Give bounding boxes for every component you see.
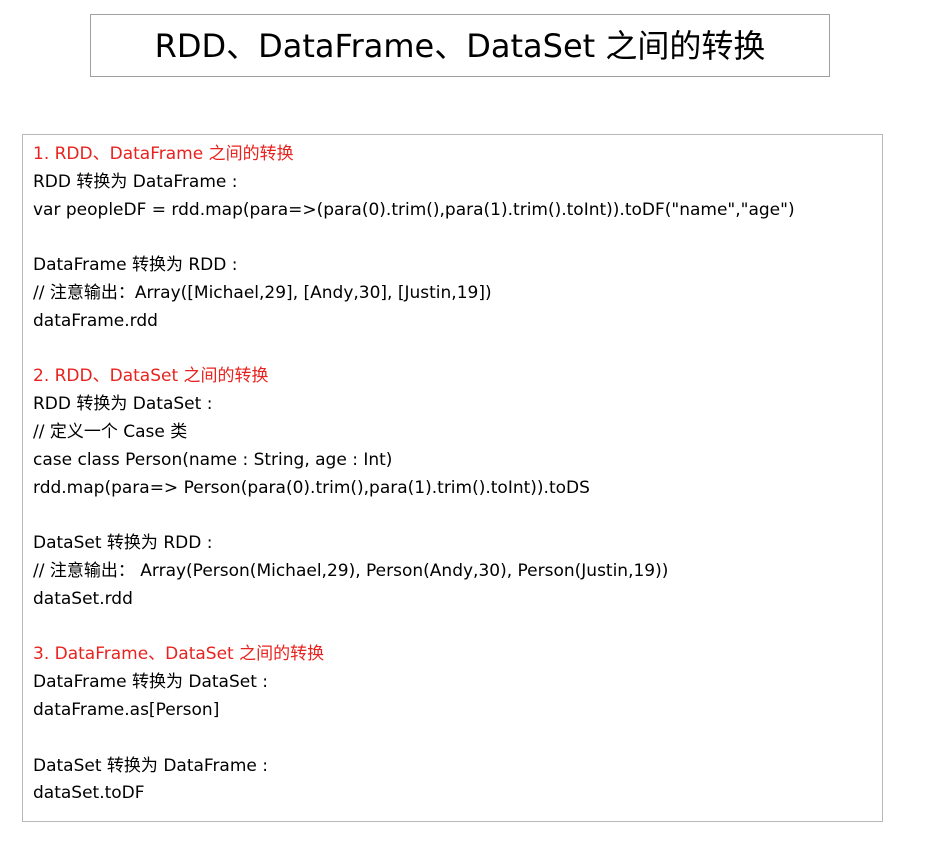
- section-2-line-3: case class Person(name : String, age : I…: [33, 449, 393, 470]
- section-3-line-1: DataFrame 转换为 DataSet :: [33, 672, 269, 693]
- section-1-line-5: // 注意输出：Array([Michael,29], [Andy,30], […: [33, 282, 492, 303]
- section-3-heading: 3. DataFrame、DataSet 之间的转换: [33, 644, 325, 665]
- section-2-line-5: [33, 502, 882, 530]
- section-1-heading: 1. RDD、DataFrame 之间的转换: [33, 144, 294, 164]
- title-box: RDD、DataFrame、DataSet 之间的转换: [90, 14, 830, 77]
- section-3-line-2: dataFrame.as[Person]: [33, 699, 220, 720]
- page-title: RDD、DataFrame、DataSet 之间的转换: [154, 26, 766, 65]
- section-1-line-1: RDD 转换为 DataFrame :: [33, 171, 238, 192]
- section-1-line-3: [33, 224, 882, 252]
- section-3-line-3: [33, 725, 882, 753]
- section-3-line-5: dataSet.toDF: [33, 783, 145, 804]
- section-2-line-1: RDD 转换为 DataSet :: [33, 394, 213, 415]
- section-2-heading: 2. RDD、DataSet 之间的转换: [33, 366, 269, 387]
- section-2-line-7: // 注意输出： Array(Person(Michael,29), Perso…: [33, 560, 669, 581]
- section-2-line-6: DataSet 转换为 RDD :: [33, 533, 213, 554]
- content-box: 1. RDD、DataFrame 之间的转换 RDD 转换为 DataFrame…: [22, 134, 883, 822]
- section-2-line-2: // 定义一个 Case 类: [33, 421, 188, 442]
- section-1-line-2: var peopleDF = rdd.map(para=>(para(0).tr…: [33, 199, 795, 220]
- section-2-line-8: dataSet.rdd: [33, 588, 133, 609]
- section-1-line-4: DataFrame 转换为 RDD :: [33, 255, 238, 276]
- section-3-line-4: DataSet 转换为 DataFrame :: [33, 755, 269, 776]
- section-2-line-4: rdd.map(para=> Person(para(0).trim(),par…: [33, 477, 590, 498]
- section-1-line-6: dataFrame.rdd: [33, 310, 158, 331]
